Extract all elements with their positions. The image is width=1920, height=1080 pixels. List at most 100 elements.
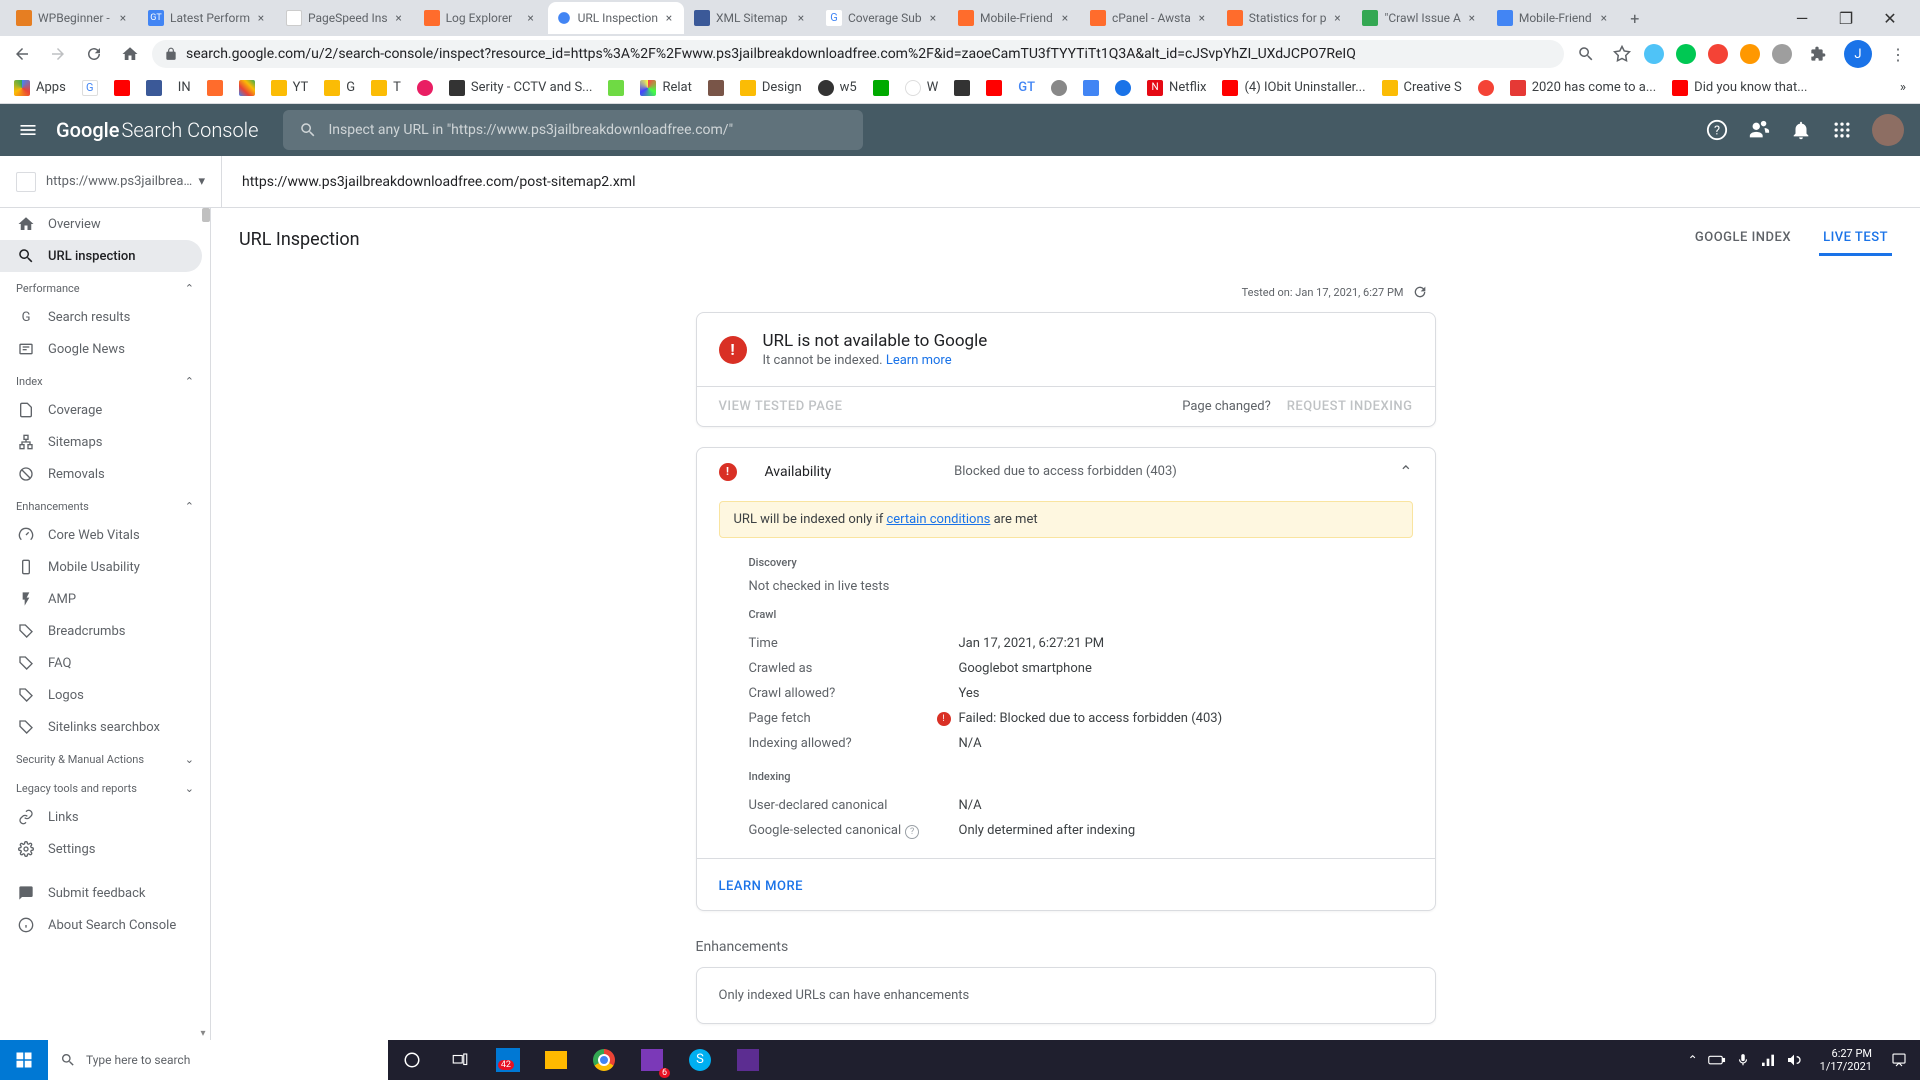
bookmark-item[interactable] [140, 76, 168, 100]
help-icon[interactable]: ? [1706, 119, 1728, 141]
tab-google-index[interactable]: GOOGLE INDEX [1691, 222, 1795, 256]
sidebar-item-about[interactable]: About Search Console [0, 909, 202, 941]
bookmark-item[interactable]: G [318, 76, 361, 100]
browser-tab[interactable]: GTLatest Perform× [140, 2, 276, 34]
browser-tab[interactable]: Statistics for p× [1219, 2, 1353, 34]
close-icon[interactable]: × [1465, 11, 1479, 25]
battery-icon[interactable] [1708, 1053, 1726, 1067]
search-icon[interactable] [1572, 40, 1600, 68]
sidebar-item-cwv[interactable]: Core Web Vitals [0, 519, 202, 551]
sidebar-item-coverage[interactable]: Coverage [0, 394, 202, 426]
bookmark-item[interactable] [1472, 76, 1500, 100]
sidebar-item-feedback[interactable]: Submit feedback [0, 877, 202, 909]
minimize-icon[interactable]: — [1788, 4, 1816, 32]
users-icon[interactable] [1748, 119, 1770, 141]
refresh-icon[interactable] [1412, 284, 1428, 300]
bookmark-item[interactable] [1109, 76, 1137, 100]
sidebar-item-search-results[interactable]: GSearch results [0, 301, 202, 333]
menu-icon[interactable] [16, 118, 40, 142]
sidebar-item-google-news[interactable]: Google News [0, 333, 202, 365]
bookmark-item[interactable]: YT [265, 76, 315, 100]
learn-more-link[interactable]: Learn more [886, 353, 952, 368]
close-icon[interactable]: × [1058, 11, 1072, 25]
learn-more-button[interactable]: LEARN MORE [719, 879, 803, 894]
task-view-icon[interactable] [436, 1040, 484, 1080]
scroll-down-icon[interactable]: ▾ [196, 1026, 210, 1040]
close-icon[interactable]: × [1195, 11, 1209, 25]
address-bar[interactable]: search.google.com/u/2/search-console/ins… [152, 40, 1564, 68]
bookmark-item[interactable]: T [365, 76, 407, 100]
bookmark-item[interactable]: Creative S [1376, 76, 1468, 100]
sidebar-section-legacy[interactable]: Legacy tools and reports⌄ [0, 772, 210, 801]
sidebar-item-logos[interactable]: Logos [0, 679, 202, 711]
volume-icon[interactable] [1786, 1052, 1802, 1068]
conditions-link[interactable]: certain conditions [886, 512, 990, 527]
bookmark-item[interactable] [1045, 76, 1073, 100]
bookmark-item[interactable]: Serity - CCTV and S... [443, 76, 599, 100]
start-button[interactable] [0, 1040, 48, 1080]
bookmark-item[interactable]: W [899, 76, 945, 100]
network-icon[interactable] [1760, 1052, 1776, 1068]
bookmark-item[interactable] [702, 76, 730, 100]
bookmark-item[interactable]: NNetflix [1141, 76, 1212, 100]
bookmark-item[interactable]: w5 [812, 76, 863, 100]
bookmark-item[interactable]: Relat [634, 76, 697, 100]
maximize-icon[interactable]: ❐ [1832, 4, 1860, 32]
puzzle-icon[interactable] [1804, 40, 1832, 68]
sidebar-item-links[interactable]: Links [0, 801, 202, 833]
sidebar-item-sitelinks[interactable]: Sitelinks searchbox [0, 711, 202, 743]
close-icon[interactable]: × [524, 11, 538, 25]
view-tested-page-button[interactable]: VIEW TESTED PAGE [719, 399, 843, 414]
extension-icon[interactable] [1708, 44, 1728, 64]
browser-tab[interactable]: Mobile-Friend× [950, 2, 1080, 34]
tab-live-test[interactable]: LIVE TEST [1819, 222, 1892, 256]
star-icon[interactable] [1608, 40, 1636, 68]
browser-tab[interactable]: PageSpeed Ins× [278, 2, 414, 34]
notification-icon[interactable] [1890, 1051, 1908, 1069]
scrollbar-thumb[interactable] [202, 208, 210, 222]
request-indexing-button[interactable]: REQUEST INDEXING [1287, 399, 1413, 414]
bookmark-item[interactable]: GT [1012, 76, 1041, 99]
bookmark-item[interactable]: 2020 has come to a... [1504, 76, 1662, 100]
close-icon[interactable]: × [794, 11, 808, 25]
apps-button[interactable]: Apps [8, 76, 72, 100]
sidebar-item-amp[interactable]: AMP [0, 583, 202, 615]
close-icon[interactable]: × [1597, 11, 1611, 25]
bookmark-item[interactable]: IN [172, 76, 197, 99]
bookmark-item[interactable]: (4) IObit Uninstaller... [1216, 76, 1371, 100]
inspect-url-input[interactable]: Inspect any URL in "https://www.ps3jailb… [283, 110, 863, 150]
menu-icon[interactable]: ⋮ [1884, 40, 1912, 68]
browser-tab[interactable]: GCoverage Sub× [818, 2, 948, 34]
new-tab-button[interactable]: + [1621, 4, 1649, 32]
taskbar-app[interactable]: 42 [484, 1040, 532, 1080]
browser-tab[interactable]: "Crawl Issue A× [1354, 2, 1486, 34]
account-avatar[interactable] [1872, 114, 1904, 146]
sidebar-item-breadcrumbs[interactable]: Breadcrumbs [0, 615, 202, 647]
sidebar-item-overview[interactable]: Overview [0, 208, 202, 240]
skype-icon[interactable]: S [676, 1040, 724, 1080]
bookmark-item[interactable] [948, 76, 976, 100]
extension-icon[interactable] [1772, 44, 1792, 64]
sidebar-item-sitemaps[interactable]: Sitemaps [0, 426, 202, 458]
close-icon[interactable]: × [1330, 11, 1344, 25]
sidebar-section-performance[interactable]: Performance⌃ [0, 272, 210, 301]
browser-tab[interactable]: Mobile-Friend× [1489, 2, 1619, 34]
bookmark-item[interactable] [411, 76, 439, 100]
profile-avatar[interactable]: J [1844, 40, 1872, 68]
forward-icon[interactable] [44, 40, 72, 68]
browser-tab[interactable]: XML Sitemap× [686, 2, 816, 34]
sidebar-item-url-inspection[interactable]: URL inspection [0, 240, 202, 272]
browser-tab[interactable]: cPanel - Awsta× [1082, 2, 1217, 34]
close-icon[interactable]: × [926, 11, 940, 25]
sidebar-item-faq[interactable]: FAQ [0, 647, 202, 679]
bookmark-item[interactable] [867, 76, 895, 100]
bookmark-item[interactable] [1077, 76, 1105, 100]
browser-tab[interactable]: Log Explorer× [416, 2, 546, 34]
home-icon[interactable] [116, 40, 144, 68]
extension-icon[interactable] [1644, 44, 1664, 64]
mic-icon[interactable] [1736, 1052, 1750, 1068]
sidebar-item-removals[interactable]: Removals [0, 458, 202, 490]
close-icon[interactable]: × [662, 11, 676, 25]
bookmark-item[interactable]: Design [734, 76, 808, 100]
close-icon[interactable]: × [254, 11, 268, 25]
